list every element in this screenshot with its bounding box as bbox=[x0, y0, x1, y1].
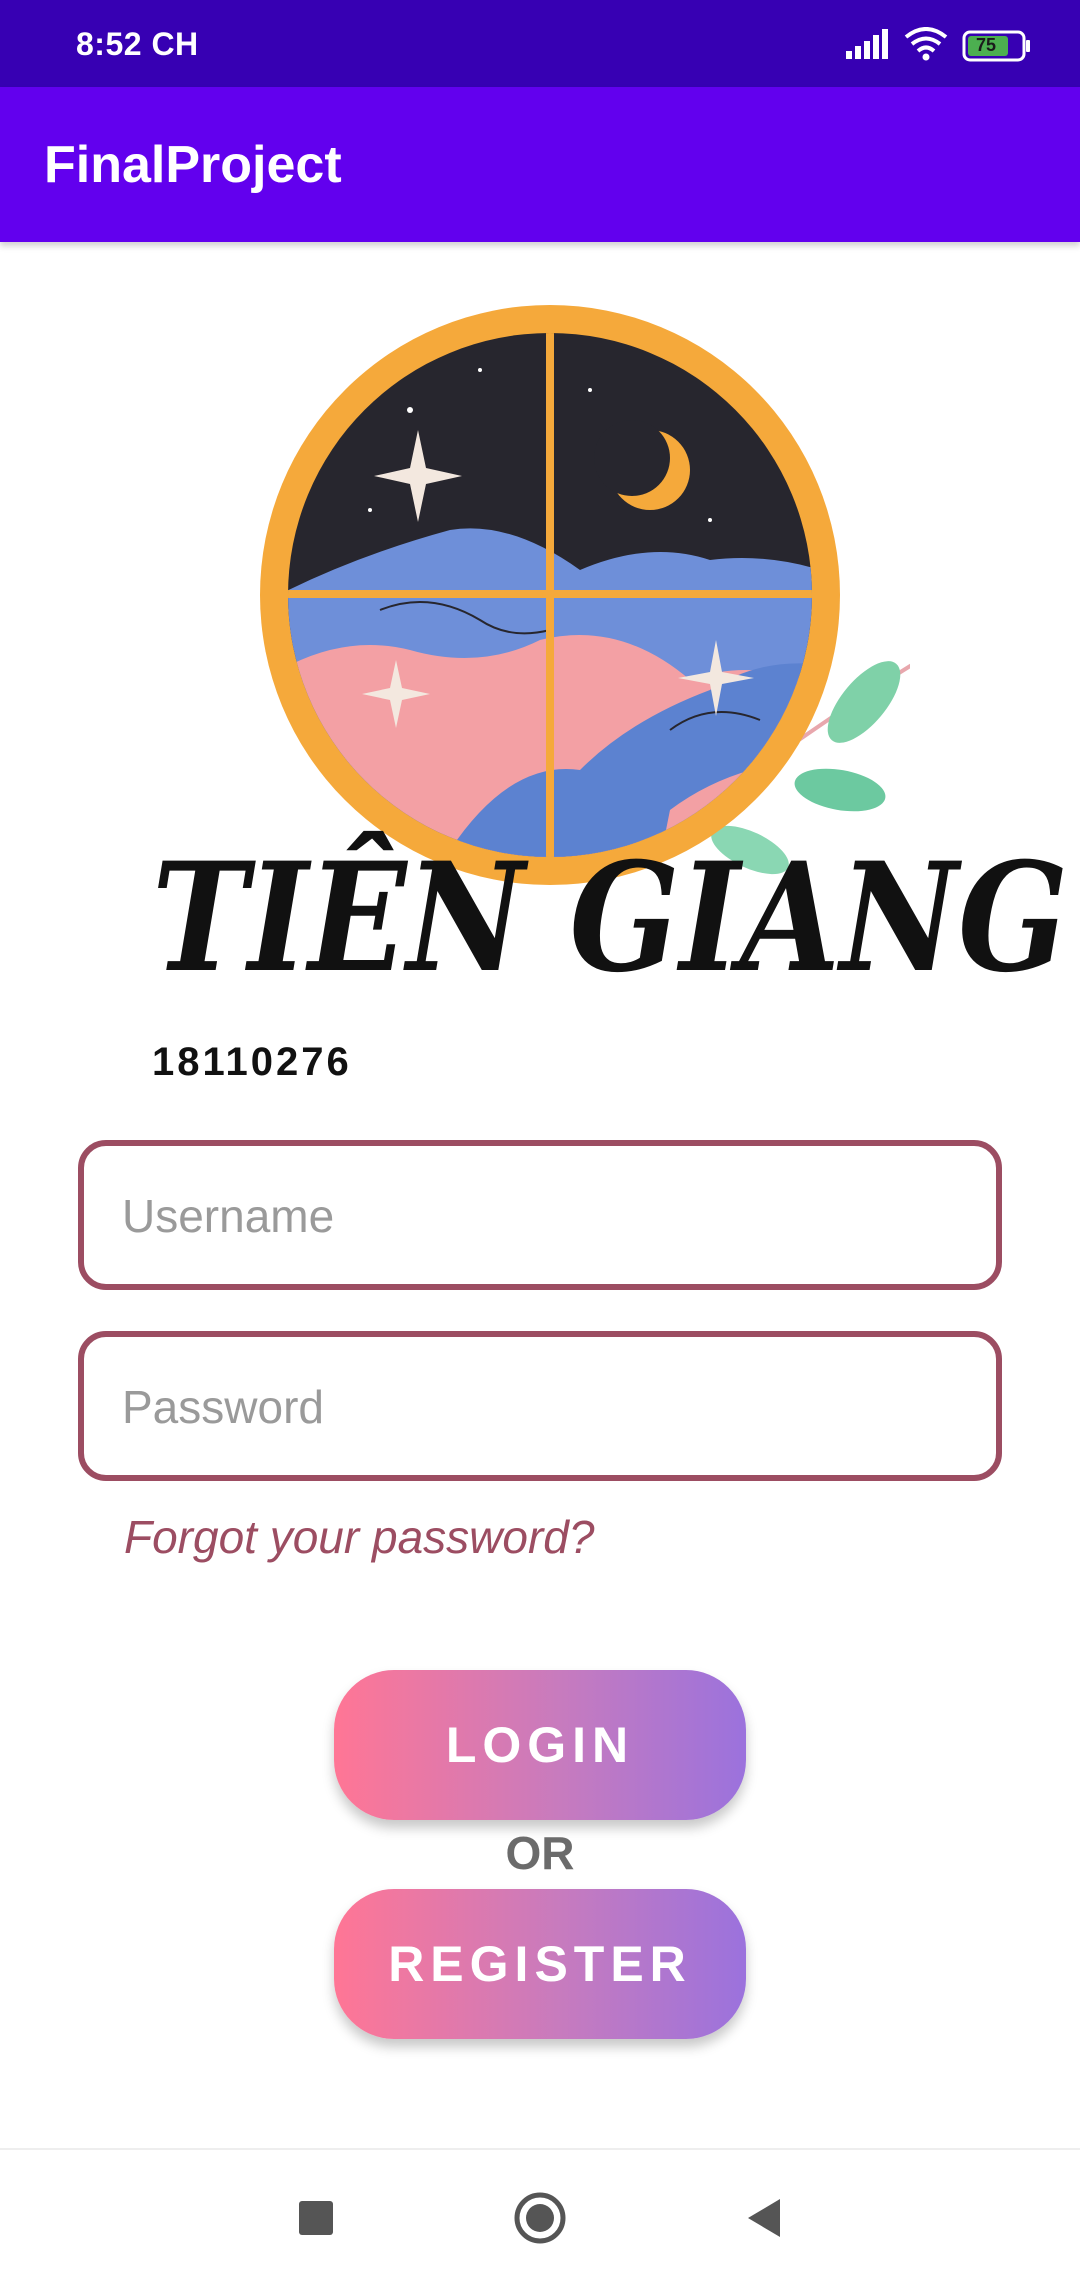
logo-title: TIÊN GIANG bbox=[152, 830, 1069, 1006]
password-field[interactable] bbox=[78, 1331, 1002, 1481]
username-input[interactable] bbox=[120, 1146, 964, 1286]
wifi-icon bbox=[904, 26, 948, 66]
navigation-bar bbox=[0, 2148, 1080, 2282]
status-bar: 8:52 CH 75 bbox=[0, 0, 1080, 87]
app-bar: FinalProject bbox=[0, 87, 1080, 242]
forgot-password-link[interactable]: Forgot your password? bbox=[124, 1510, 594, 1564]
logo-illustration bbox=[150, 290, 922, 915]
student-id: 18110276 bbox=[152, 1040, 352, 1084]
register-button[interactable]: REGISTER bbox=[334, 1889, 746, 2039]
status-icons: 75 bbox=[846, 26, 1032, 66]
password-input[interactable] bbox=[120, 1337, 964, 1477]
recents-icon[interactable] bbox=[288, 2190, 344, 2246]
battery-level: 75 bbox=[976, 35, 997, 55]
status-time: 8:52 CH bbox=[76, 26, 199, 62]
or-divider-label: OR bbox=[505, 1827, 575, 1879]
home-icon[interactable] bbox=[512, 2190, 568, 2246]
username-field[interactable] bbox=[78, 1140, 1002, 1290]
login-button[interactable]: LOGIN bbox=[334, 1670, 746, 1820]
signal-icon bbox=[846, 28, 890, 64]
back-icon[interactable] bbox=[736, 2190, 792, 2246]
app-title: FinalProject bbox=[44, 136, 342, 194]
battery-icon: 75 bbox=[962, 30, 1032, 62]
